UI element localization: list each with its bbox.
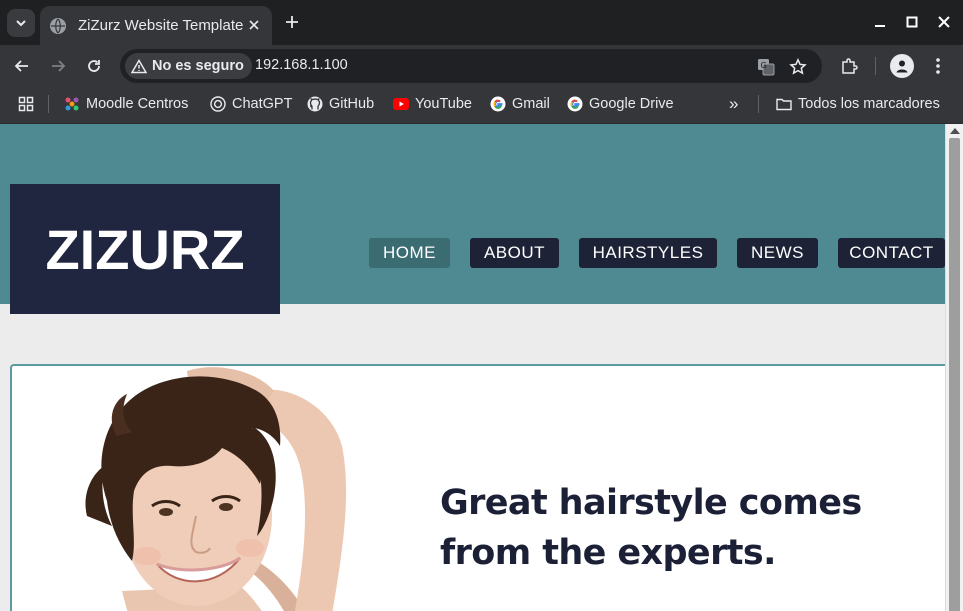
page-scrollbar[interactable] xyxy=(945,124,963,611)
page-viewport: ZIZURZ HOME ABOUT HAIRSTYLES NEWS CONTAC… xyxy=(0,124,963,611)
site-header: ZIZURZ HOME ABOUT HAIRSTYLES NEWS CONTAC… xyxy=(0,124,945,314)
browser-toolbar: No es seguro 192.168.1.100 G xyxy=(0,45,963,86)
url-text[interactable]: 192.168.1.100 xyxy=(255,57,348,73)
minimize-icon[interactable] xyxy=(870,12,890,32)
tab-title: ZiZurz Website Template xyxy=(78,17,244,34)
translate-icon[interactable]: G xyxy=(756,57,776,77)
chatgpt-icon xyxy=(210,96,226,112)
github-icon xyxy=(307,96,323,112)
bookmark-label: Todos los marcadores xyxy=(798,96,940,112)
hero-woman-photo xyxy=(85,367,347,611)
hero-headline-line-2: from the experts. xyxy=(440,533,776,573)
nav-home[interactable]: HOME xyxy=(369,238,450,268)
google-icon xyxy=(567,96,583,112)
folder-icon xyxy=(776,96,792,112)
bookmark-label: Moodle Centros xyxy=(86,96,189,112)
moodle-icon xyxy=(64,96,80,112)
chevron-double-right-icon: » xyxy=(729,94,739,113)
chevron-down-icon xyxy=(16,20,26,27)
active-tab[interactable]: ZiZurz Website Template xyxy=(40,6,272,45)
bookmark-gmail[interactable]: Gmail xyxy=(490,94,550,114)
scrollbar-thumb[interactable] xyxy=(949,138,960,611)
all-bookmarks-folder[interactable]: Todos los marcadores xyxy=(776,94,940,114)
tab-strip: ZiZurz Website Template xyxy=(0,0,963,45)
bookmark-chatgpt[interactable]: ChatGPT xyxy=(210,94,292,114)
extensions-icon[interactable] xyxy=(838,55,860,77)
bookmark-google-drive[interactable]: Google Drive xyxy=(567,94,674,114)
nav-hairstyles[interactable]: HAIRSTYLES xyxy=(579,238,717,268)
bookmark-label: YouTube xyxy=(415,96,472,112)
bookmark-label: ChatGPT xyxy=(232,96,293,112)
nav-contact[interactable]: CONTACT xyxy=(838,238,945,268)
star-icon[interactable] xyxy=(788,57,808,77)
hero-banner: Great hairstyle comes from the experts. xyxy=(10,364,950,611)
globe-icon xyxy=(50,17,66,34)
youtube-icon xyxy=(393,96,409,112)
nav-about[interactable]: ABOUT xyxy=(470,238,559,268)
bookmark-label: Gmail xyxy=(512,96,550,112)
bookmarks-bar: Moodle Centros ChatGPT GitHub YouTube Gm… xyxy=(0,86,963,124)
logo-text: ZIZURZ xyxy=(45,217,245,281)
bookmarks-divider xyxy=(758,95,759,113)
new-tab-icon[interactable] xyxy=(282,12,302,32)
reload-icon[interactable] xyxy=(82,54,106,78)
bookmarks-overflow-button[interactable]: » xyxy=(729,94,738,114)
hero-headline: Great hairstyle comes from the experts. xyxy=(440,478,900,578)
tab-search-button[interactable] xyxy=(7,9,35,37)
address-bar[interactable]: No es seguro 192.168.1.100 G xyxy=(120,49,822,83)
warning-icon xyxy=(131,58,147,73)
forward-arrow-icon[interactable] xyxy=(46,54,70,78)
bookmark-label: Google Drive xyxy=(589,96,674,112)
toolbar-divider xyxy=(875,57,876,75)
site-logo[interactable]: ZIZURZ xyxy=(10,184,280,314)
profile-avatar-icon[interactable] xyxy=(890,54,914,78)
bookmarks-divider xyxy=(48,95,49,113)
bookmark-label: GitHub xyxy=(329,96,375,112)
security-label: No es seguro xyxy=(152,58,244,74)
scroll-up-arrow-icon[interactable] xyxy=(950,128,960,134)
close-tab-icon[interactable] xyxy=(246,17,262,33)
close-window-icon[interactable] xyxy=(934,12,954,32)
google-icon xyxy=(490,96,506,112)
hero-headline-line-1: Great hairstyle comes xyxy=(440,483,862,523)
back-arrow-icon[interactable] xyxy=(10,54,34,78)
nav-news[interactable]: NEWS xyxy=(737,238,818,268)
bookmark-youtube[interactable]: YouTube xyxy=(393,94,472,114)
svg-text:G: G xyxy=(761,61,767,70)
security-chip[interactable]: No es seguro xyxy=(125,53,252,79)
bookmark-moodle-centros[interactable]: Moodle Centros xyxy=(64,94,188,114)
maximize-icon[interactable] xyxy=(902,12,922,32)
more-menu-icon[interactable] xyxy=(927,55,949,77)
apps-grid-icon[interactable] xyxy=(18,94,34,114)
bookmark-github[interactable]: GitHub xyxy=(307,94,374,114)
